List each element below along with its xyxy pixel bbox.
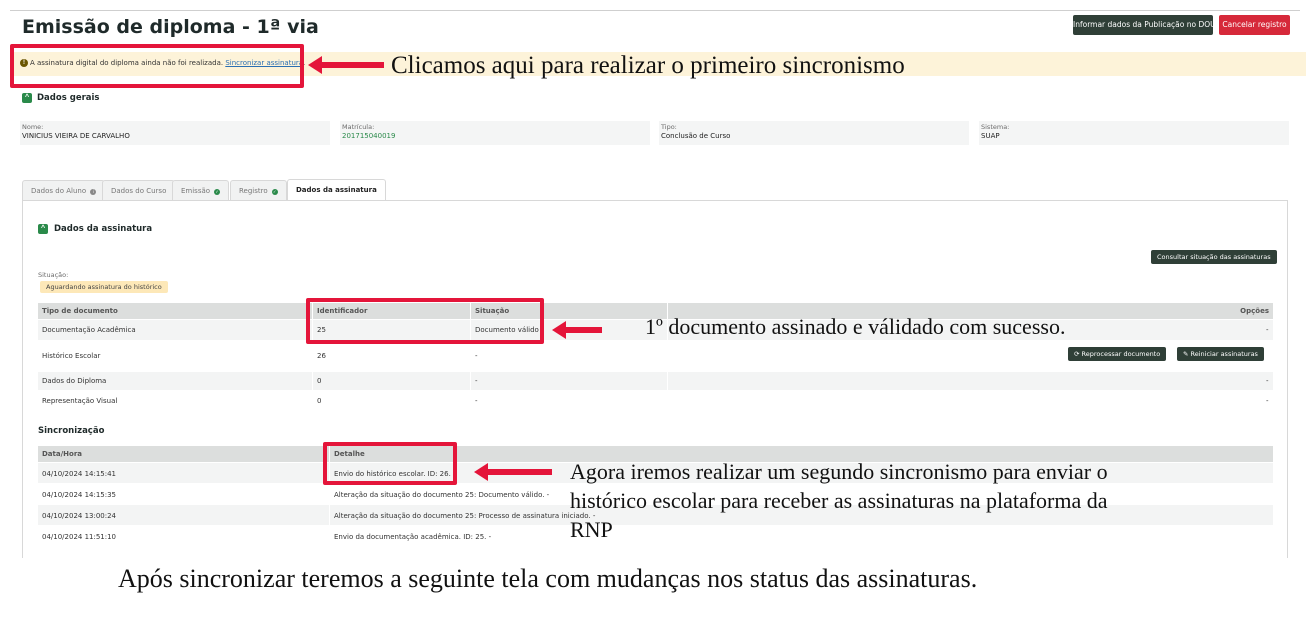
field-nome-label: Nome: [22,123,44,131]
arrow-shaft [488,469,552,475]
field-sistema-value: SUAP [981,132,1000,140]
doc-tipo: Histórico Escolar [42,352,101,360]
sincronizacao-title: Sincronização [38,426,105,436]
doc-tipo: Documentação Acadêmica [42,326,136,334]
tab-label: Emissão [181,187,211,195]
tab-label: Registro [239,187,268,195]
reprocessar-label: Reprocessar documento [1081,350,1161,358]
doc-id: 26 [317,352,326,360]
dados-gerais-title: Dados gerais [37,93,100,103]
check-icon: ✓ [271,189,278,195]
tab-label: Dados da assinatura [296,186,377,194]
refresh-icon: ⟳ [1074,350,1082,358]
annotation-3: Agora iremos realizar um segundo sincron… [570,457,1108,544]
pencil-icon: ✎ [1183,350,1191,358]
consultar-situacao-button[interactable]: Consultar situação das assinaturas [1151,250,1277,264]
assinatura-title: Dados da assinatura [54,224,153,234]
collapse-assinatura-icon[interactable]: ^ [38,224,48,234]
sync-detalhe: Envio da documentação acadêmica. ID: 25.… [334,533,492,541]
sync-detalhe: Alteração da situação do documento 25: D… [334,491,550,499]
sync-data: 04/10/2024 14:15:35 [42,491,117,499]
field-tipo-value: Conclusão de Curso [661,132,731,140]
reiniciar-assinaturas-button[interactable]: ✎ Reiniciar assinaturas [1177,347,1264,361]
annotation-3-line: Agora iremos realizar um segundo sincron… [570,459,1108,484]
sync-data: 04/10/2024 14:15:41 [42,470,117,478]
tab-label: Dados do Aluno [31,187,87,195]
arrow-left-icon [308,56,322,74]
informar-publicacao-button[interactable]: Informar dados da Publicação no DOU [1073,15,1216,35]
tab-registro[interactable]: Registro ✓ [230,180,287,200]
sync-data: 04/10/2024 13:00:24 [42,512,117,520]
field-matricula-label: Matrícula: [342,123,375,131]
highlight-box-alert [10,44,304,88]
doc-tipo: Dados do Diploma [42,377,107,385]
doc-id: 0 [317,397,322,405]
doc-id: 0 [317,377,322,385]
arrow-left-icon [552,321,566,339]
sync-data: 04/10/2024 11:51:10 [42,533,117,541]
reprocessar-documento-button[interactable]: ⟳ Reprocessar documento [1068,347,1167,361]
page-title: Emissão de diploma - 1ª via [22,16,319,38]
doc-opcoes: - [1266,377,1269,385]
doc-opcoes: - [1266,397,1269,405]
check-icon: ✓ [214,189,221,195]
info-icon: i [90,189,97,195]
reiniciar-label: Reiniciar assinaturas [1190,350,1258,358]
col-tipo-documento: Tipo de documento [38,303,312,319]
doc-situacao: - [475,352,478,360]
annotation-1: Clicamos aqui para realizar o primeiro s… [391,52,905,79]
arrow-left-icon [474,463,488,481]
situacao-badge: Aguardando assinatura do histórico [40,281,168,293]
annotation-3-line: RNP [570,517,613,542]
top-divider [10,10,1300,11]
field-sistema-label: Sistema: [981,123,1010,131]
tab-dados-do-aluno[interactable]: Dados do Aluno i [22,180,106,200]
situacao-label: Situação: [38,271,69,279]
field-sistema [979,121,1289,145]
field-nome-value: VINICIUS VIEIRA DE CARVALHO [22,132,130,140]
collapse-dados-gerais-icon[interactable]: ^ [22,93,32,103]
tab-dados-da-assinatura[interactable]: Dados da assinatura [287,179,386,201]
doc-situacao: - [475,397,478,405]
annotation-3-line: histórico escolar para receber as assina… [570,488,1108,513]
table-row [38,372,1273,390]
annotation-2: 1º documento assinado e válidado com suc… [645,314,1066,339]
highlight-box-detalhe [323,442,457,485]
field-matricula-value[interactable]: 201715040019 [342,132,395,140]
cancelar-registro-button[interactable]: Cancelar registro [1219,15,1290,35]
caption: Após sincronizar teremos a seguinte tela… [118,564,978,593]
tab-emissao[interactable]: Emissão ✓ [172,180,230,200]
tab-dados-do-curso[interactable]: Dados do Curso [102,180,176,200]
arrow-shaft [566,327,602,333]
highlight-box-doc-status [306,298,544,344]
col-data-hora: Data/Hora [38,446,329,462]
doc-tipo: Representação Visual [42,397,118,405]
doc-situacao: - [475,377,478,385]
field-tipo-label: Tipo: [661,123,677,131]
arrow-shaft [322,62,384,68]
sync-detalhe: Alteração da situação do documento 25: P… [334,512,596,520]
doc-opcoes: - [1266,326,1269,334]
tab-label: Dados do Curso [111,187,167,195]
